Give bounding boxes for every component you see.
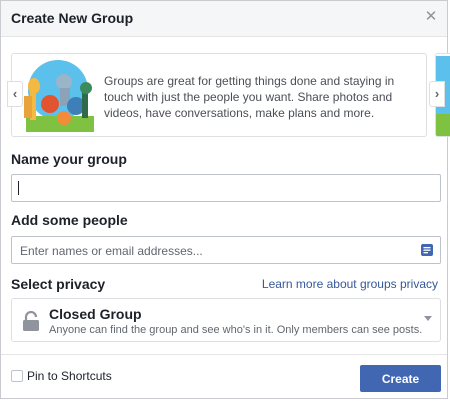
caret-down-icon	[424, 316, 432, 321]
group-name-input[interactable]	[11, 174, 441, 202]
text-caret	[18, 181, 19, 195]
close-icon[interactable]: ✕	[424, 9, 438, 24]
add-people-label: Add some people	[11, 212, 128, 228]
privacy-option-title: Closed Group	[49, 306, 142, 322]
add-people-placeholder: Enter names or email addresses...	[20, 244, 203, 258]
create-group-dialog: Create New Group ✕ Groups are great for …	[0, 0, 450, 399]
privacy-dropdown[interactable]: Closed Group Anyone can find the group a…	[11, 298, 441, 342]
name-group-label: Name your group	[11, 151, 127, 167]
footer-divider	[1, 354, 447, 355]
pin-to-shortcuts-label[interactable]: Pin to Shortcuts	[27, 369, 112, 383]
carousel-card: Groups are great for getting things done…	[11, 53, 427, 137]
group-animals-illustration	[20, 56, 100, 136]
contact-list-icon[interactable]	[420, 243, 434, 257]
chevron-right-icon[interactable]: ›	[429, 81, 445, 107]
dialog-header: Create New Group ✕	[1, 1, 447, 37]
chevron-left-icon[interactable]: ‹	[7, 81, 23, 107]
pin-to-shortcuts-checkbox[interactable]	[11, 370, 23, 382]
select-privacy-label: Select privacy	[11, 276, 106, 292]
carousel-description: Groups are great for getting things done…	[104, 74, 395, 120]
add-people-input[interactable]: Enter names or email addresses...	[11, 236, 441, 264]
info-carousel: Groups are great for getting things done…	[1, 53, 450, 137]
create-button[interactable]: Create	[360, 365, 441, 392]
lock-icon	[23, 311, 39, 331]
learn-more-privacy-link[interactable]: Learn more about groups privacy	[262, 277, 438, 291]
privacy-option-description: Anyone can find the group and see who's …	[49, 324, 423, 336]
dialog-title: Create New Group	[11, 10, 134, 26]
